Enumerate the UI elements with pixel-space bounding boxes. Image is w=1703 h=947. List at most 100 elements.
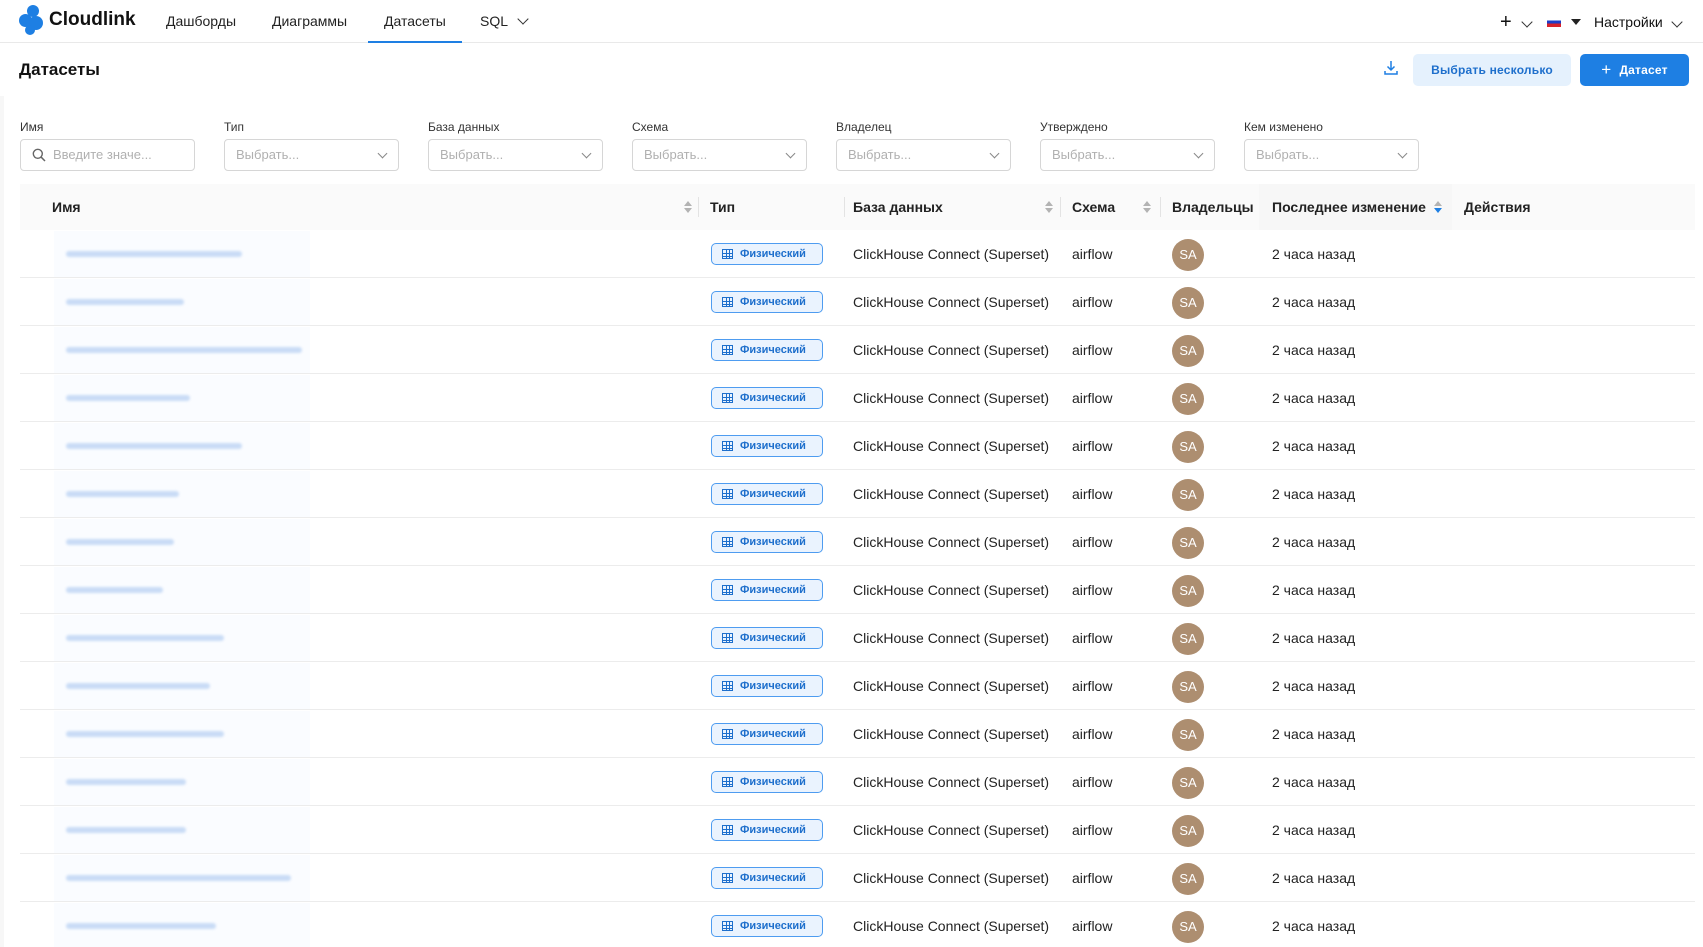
dataset-name-cell[interactable] [54, 231, 310, 277]
table-row[interactable]: Физический ClickHouse Connect (Superset) a… [20, 614, 1695, 662]
owner-avatar[interactable]: SA [1172, 767, 1204, 799]
dataset-name-link[interactable] [66, 827, 186, 833]
dataset-name-link[interactable] [66, 347, 302, 353]
dataset-name-link[interactable] [66, 923, 216, 929]
col-name[interactable]: Имя [52, 184, 81, 230]
table-row[interactable]: Физический ClickHouse Connect (Superset) a… [20, 710, 1695, 758]
owner-avatar[interactable]: SA [1172, 479, 1204, 511]
chevron-down-icon [1670, 15, 1683, 28]
dataset-name-link[interactable] [66, 443, 242, 449]
database-cell: ClickHouse Connect (Superset) [853, 342, 1050, 358]
type-badge: Физический [711, 387, 823, 409]
table-row[interactable]: Физический ClickHouse Connect (Superset) a… [20, 518, 1695, 566]
dataset-name-link[interactable] [66, 875, 291, 881]
col-database[interactable]: База данных [853, 184, 943, 230]
download-icon[interactable] [1384, 60, 1398, 76]
owner-avatar[interactable]: SA [1172, 815, 1204, 847]
dataset-name-cell[interactable] [54, 519, 310, 565]
database-cell: ClickHouse Connect (Superset) [853, 534, 1050, 550]
table-row[interactable]: Физический ClickHouse Connect (Superset) a… [20, 422, 1695, 470]
owner-avatar[interactable]: SA [1172, 287, 1204, 319]
dataset-name-link[interactable] [66, 491, 179, 497]
dataset-name-cell[interactable] [54, 855, 310, 901]
filter-select[interactable]: Выбрать... [632, 139, 807, 171]
nav-sql[interactable]: SQL [480, 0, 530, 43]
owner-avatar[interactable]: SA [1172, 911, 1204, 943]
type-label: Физический [740, 728, 806, 740]
dataset-name-link[interactable] [66, 779, 186, 785]
dataset-name-cell[interactable] [54, 807, 310, 853]
dataset-name-cell[interactable] [54, 711, 310, 757]
add-dataset-button[interactable]: + Датасет [1580, 54, 1689, 86]
filter-placeholder: Введите значе... [53, 147, 152, 162]
dataset-name-cell[interactable] [54, 663, 310, 709]
nav-dashboards-label: Дашборды [166, 13, 236, 29]
dataset-name-cell[interactable] [54, 759, 310, 805]
owner-avatar[interactable]: SA [1172, 719, 1204, 751]
table-row[interactable]: Физический ClickHouse Connect (Superset) a… [20, 806, 1695, 854]
name-search-input[interactable]: Введите значе... [20, 139, 195, 171]
dataset-name-link[interactable] [66, 635, 224, 641]
dataset-name-link[interactable] [66, 299, 184, 305]
owner-avatar[interactable]: SA [1172, 527, 1204, 559]
table-row[interactable]: Физический ClickHouse Connect (Superset) a… [20, 854, 1695, 902]
table-row[interactable]: Физический ClickHouse Connect (Superset) a… [20, 758, 1695, 806]
sort-icon[interactable] [1045, 201, 1053, 213]
dataset-name-cell[interactable] [54, 423, 310, 469]
nav-dashboards[interactable]: Дашборды [166, 0, 236, 43]
dataset-name-cell[interactable] [54, 375, 310, 421]
logo[interactable]: Cloudlink [19, 5, 136, 35]
col-schema[interactable]: Схема [1072, 184, 1115, 230]
schema-cell: airflow [1072, 486, 1113, 502]
owner-avatar[interactable]: SA [1172, 623, 1204, 655]
table-row[interactable]: Физический ClickHouse Connect (Superset) a… [20, 374, 1695, 422]
table-row[interactable]: Физический ClickHouse Connect (Superset) a… [20, 566, 1695, 614]
owner-avatar[interactable]: SA [1172, 431, 1204, 463]
last-modified-cell: 2 часа назад [1272, 918, 1356, 934]
dataset-name-link[interactable] [66, 587, 163, 593]
owner-avatar[interactable]: SA [1172, 239, 1204, 271]
dataset-name-link[interactable] [66, 395, 190, 401]
table-row[interactable]: Физический ClickHouse Connect (Superset) a… [20, 326, 1695, 374]
settings-menu[interactable]: Настройки [1594, 0, 1683, 43]
table-row[interactable]: Физический ClickHouse Connect (Superset) a… [20, 230, 1695, 278]
dataset-name-cell[interactable] [54, 903, 310, 947]
sort-icon[interactable] [1143, 201, 1151, 213]
sort-desc-icon[interactable] [1434, 201, 1442, 213]
nav-charts[interactable]: Диаграммы [272, 0, 347, 43]
filter-select[interactable]: Выбрать... [1244, 139, 1419, 171]
owner-avatar[interactable]: SA [1172, 335, 1204, 367]
owner-avatar[interactable]: SA [1172, 671, 1204, 703]
owner-avatar[interactable]: SA [1172, 383, 1204, 415]
dataset-name-cell[interactable] [54, 279, 310, 325]
dataset-name-cell[interactable] [54, 471, 310, 517]
dataset-name-link[interactable] [66, 731, 224, 737]
type-label: Физический [740, 584, 806, 596]
bulk-select-button[interactable]: Выбрать несколько [1413, 54, 1571, 86]
filter-select[interactable]: Выбрать... [224, 139, 399, 171]
table-row[interactable]: Физический ClickHouse Connect (Superset) a… [20, 902, 1695, 947]
owner-avatar[interactable]: SA [1172, 863, 1204, 895]
table-row[interactable]: Физический ClickHouse Connect (Superset) a… [20, 662, 1695, 710]
nav-datasets[interactable]: Датасеты [368, 0, 462, 43]
dataset-name-cell[interactable] [54, 615, 310, 661]
dataset-name-link[interactable] [66, 539, 174, 545]
database-cell: ClickHouse Connect (Superset) [853, 678, 1050, 694]
add-menu[interactable]: + [1500, 0, 1533, 43]
last-modified-cell: 2 часа назад [1272, 294, 1356, 310]
filter-select[interactable]: Выбрать... [836, 139, 1011, 171]
dataset-name-link[interactable] [66, 683, 210, 689]
col-last-modified[interactable]: Последнее изменение [1272, 184, 1426, 230]
dataset-name-cell[interactable] [54, 567, 310, 613]
filter-1: Тип Выбрать... [224, 120, 399, 171]
dataset-name-cell[interactable] [54, 327, 310, 373]
filter-select[interactable]: Выбрать... [428, 139, 603, 171]
language-switcher[interactable] [1547, 0, 1581, 43]
table-row[interactable]: Физический ClickHouse Connect (Superset) a… [20, 278, 1695, 326]
sort-icon[interactable] [684, 201, 692, 213]
owner-avatar[interactable]: SA [1172, 575, 1204, 607]
bulk-select-label: Выбрать несколько [1431, 63, 1553, 77]
table-row[interactable]: Физический ClickHouse Connect (Superset) a… [20, 470, 1695, 518]
filter-select[interactable]: Выбрать... [1040, 139, 1215, 171]
dataset-name-link[interactable] [66, 251, 242, 257]
